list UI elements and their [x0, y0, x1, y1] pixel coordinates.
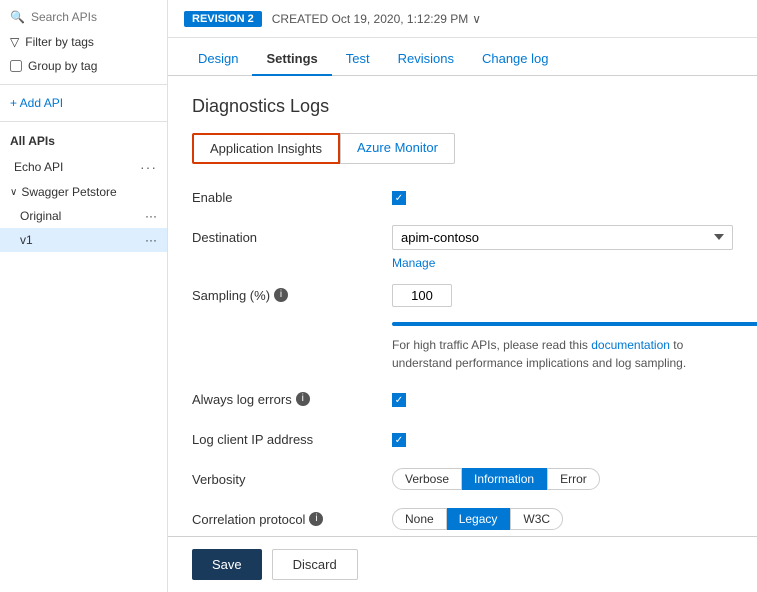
- group-by-tag[interactable]: Group by tag: [0, 54, 167, 78]
- sampling-control: [392, 284, 733, 307]
- verbosity-row: Verbosity Verbose Information Error: [192, 466, 733, 492]
- content-area: Diagnostics Logs Application Insights Az…: [168, 76, 757, 536]
- verbosity-verbose[interactable]: Verbose: [392, 468, 462, 490]
- log-ip-checkbox[interactable]: [392, 433, 406, 447]
- tab-changelog[interactable]: Change log: [468, 43, 563, 76]
- topbar: REVISION 2 CREATED Oct 19, 2020, 1:12:29…: [168, 0, 757, 38]
- sidebar-item-echo-api[interactable]: Echo API ···: [0, 154, 167, 180]
- created-text: CREATED Oct 19, 2020, 1:12:29 PM: [272, 12, 469, 26]
- log-ip-label: Log client IP address: [192, 432, 392, 447]
- always-log-checkbox[interactable]: [392, 393, 406, 407]
- filter-label: Filter by tags: [25, 35, 94, 49]
- sampling-slider-container: [392, 322, 733, 326]
- original-label: Original: [20, 209, 61, 223]
- sampling-info-icon[interactable]: i: [274, 288, 288, 302]
- main-area: REVISION 2 CREATED Oct 19, 2020, 1:12:29…: [168, 0, 757, 592]
- sampling-row: Sampling (%) i: [192, 282, 733, 308]
- revision-chevron[interactable]: ∨: [472, 12, 481, 26]
- sub-tabs: Application Insights Azure Monitor: [192, 133, 733, 164]
- correlation-w3c[interactable]: W3C: [510, 508, 563, 530]
- destination-label: Destination: [192, 230, 392, 245]
- verbosity-information[interactable]: Information: [462, 468, 547, 490]
- search-input[interactable]: [31, 10, 157, 24]
- revision-badge: REVISION 2: [184, 11, 262, 27]
- always-log-control[interactable]: [392, 391, 733, 408]
- correlation-row: Correlation protocol i None Legacy W3C: [192, 506, 733, 532]
- echo-api-label: Echo API: [14, 160, 63, 174]
- nav-tabs: Design Settings Test Revisions Change lo…: [168, 38, 757, 76]
- filter-by-tags[interactable]: ▽ Filter by tags: [0, 30, 167, 54]
- info-text-start: For high traffic APIs, please read this: [392, 338, 591, 352]
- verbosity-control: Verbose Information Error: [392, 468, 733, 490]
- filter-icon: ▽: [10, 35, 19, 49]
- save-button[interactable]: Save: [192, 549, 262, 580]
- add-api-button[interactable]: + Add API: [0, 91, 167, 115]
- correlation-legacy[interactable]: Legacy: [447, 508, 511, 530]
- tab-test[interactable]: Test: [332, 43, 384, 76]
- verbosity-error[interactable]: Error: [547, 468, 600, 490]
- page-title: Diagnostics Logs: [192, 96, 733, 117]
- correlation-none[interactable]: None: [392, 508, 447, 530]
- correlation-control: None Legacy W3C: [392, 508, 733, 530]
- group-label: Group by tag: [28, 59, 97, 73]
- always-log-info-icon[interactable]: i: [296, 392, 310, 406]
- enable-row: Enable: [192, 184, 733, 210]
- footer: Save Discard: [168, 536, 757, 592]
- verbosity-label: Verbosity: [192, 472, 392, 487]
- v1-label: v1: [20, 233, 33, 247]
- tab-settings[interactable]: Settings: [252, 43, 331, 76]
- divider-1: [0, 84, 167, 85]
- destination-select[interactable]: apim-contoso: [392, 225, 733, 250]
- verbosity-pill-group: Verbose Information Error: [392, 468, 733, 490]
- v1-dots[interactable]: ···: [145, 233, 157, 247]
- original-dots[interactable]: ···: [145, 209, 157, 223]
- log-ip-control[interactable]: [392, 431, 733, 448]
- always-log-row: Always log errors i: [192, 386, 733, 412]
- all-apis-label: All APIs: [0, 128, 167, 154]
- echo-api-dots[interactable]: ···: [140, 159, 157, 175]
- enable-checkbox-icon[interactable]: [392, 191, 406, 205]
- info-text: For high traffic APIs, please read this …: [392, 336, 733, 372]
- sampling-input[interactable]: [392, 284, 452, 307]
- subtab-azure-monitor[interactable]: Azure Monitor: [340, 133, 455, 164]
- group-checkbox[interactable]: [10, 60, 22, 72]
- correlation-pill-group: None Legacy W3C: [392, 508, 733, 530]
- always-log-label: Always log errors i: [192, 392, 392, 407]
- log-ip-row: Log client IP address: [192, 426, 733, 452]
- divider-2: [0, 121, 167, 122]
- documentation-link[interactable]: documentation: [591, 338, 670, 352]
- correlation-label: Correlation protocol i: [192, 512, 392, 527]
- subtab-application-insights[interactable]: Application Insights: [192, 133, 340, 164]
- destination-control: apim-contoso: [392, 225, 733, 250]
- sidebar-item-swagger-petstore[interactable]: ∨ Swagger Petstore: [0, 180, 167, 204]
- sampling-label: Sampling (%) i: [192, 288, 392, 303]
- petstore-label: Swagger Petstore: [21, 185, 116, 199]
- tab-design[interactable]: Design: [184, 43, 252, 76]
- correlation-info-icon[interactable]: i: [309, 512, 323, 526]
- sidebar-item-original[interactable]: Original ···: [0, 204, 167, 228]
- sidebar-item-v1[interactable]: v1 ···: [0, 228, 167, 252]
- discard-button[interactable]: Discard: [272, 549, 358, 580]
- manage-link[interactable]: Manage: [392, 256, 733, 270]
- sampling-slider[interactable]: [392, 322, 757, 326]
- petstore-chevron: ∨: [10, 187, 17, 198]
- search-bar[interactable]: 🔍: [0, 4, 167, 30]
- tab-revisions[interactable]: Revisions: [384, 43, 468, 76]
- enable-checkbox[interactable]: [392, 189, 733, 206]
- enable-label: Enable: [192, 190, 392, 205]
- search-icon: 🔍: [10, 10, 25, 24]
- destination-row: Destination apim-contoso: [192, 224, 733, 250]
- sidebar: 🔍 ▽ Filter by tags Group by tag + Add AP…: [0, 0, 168, 592]
